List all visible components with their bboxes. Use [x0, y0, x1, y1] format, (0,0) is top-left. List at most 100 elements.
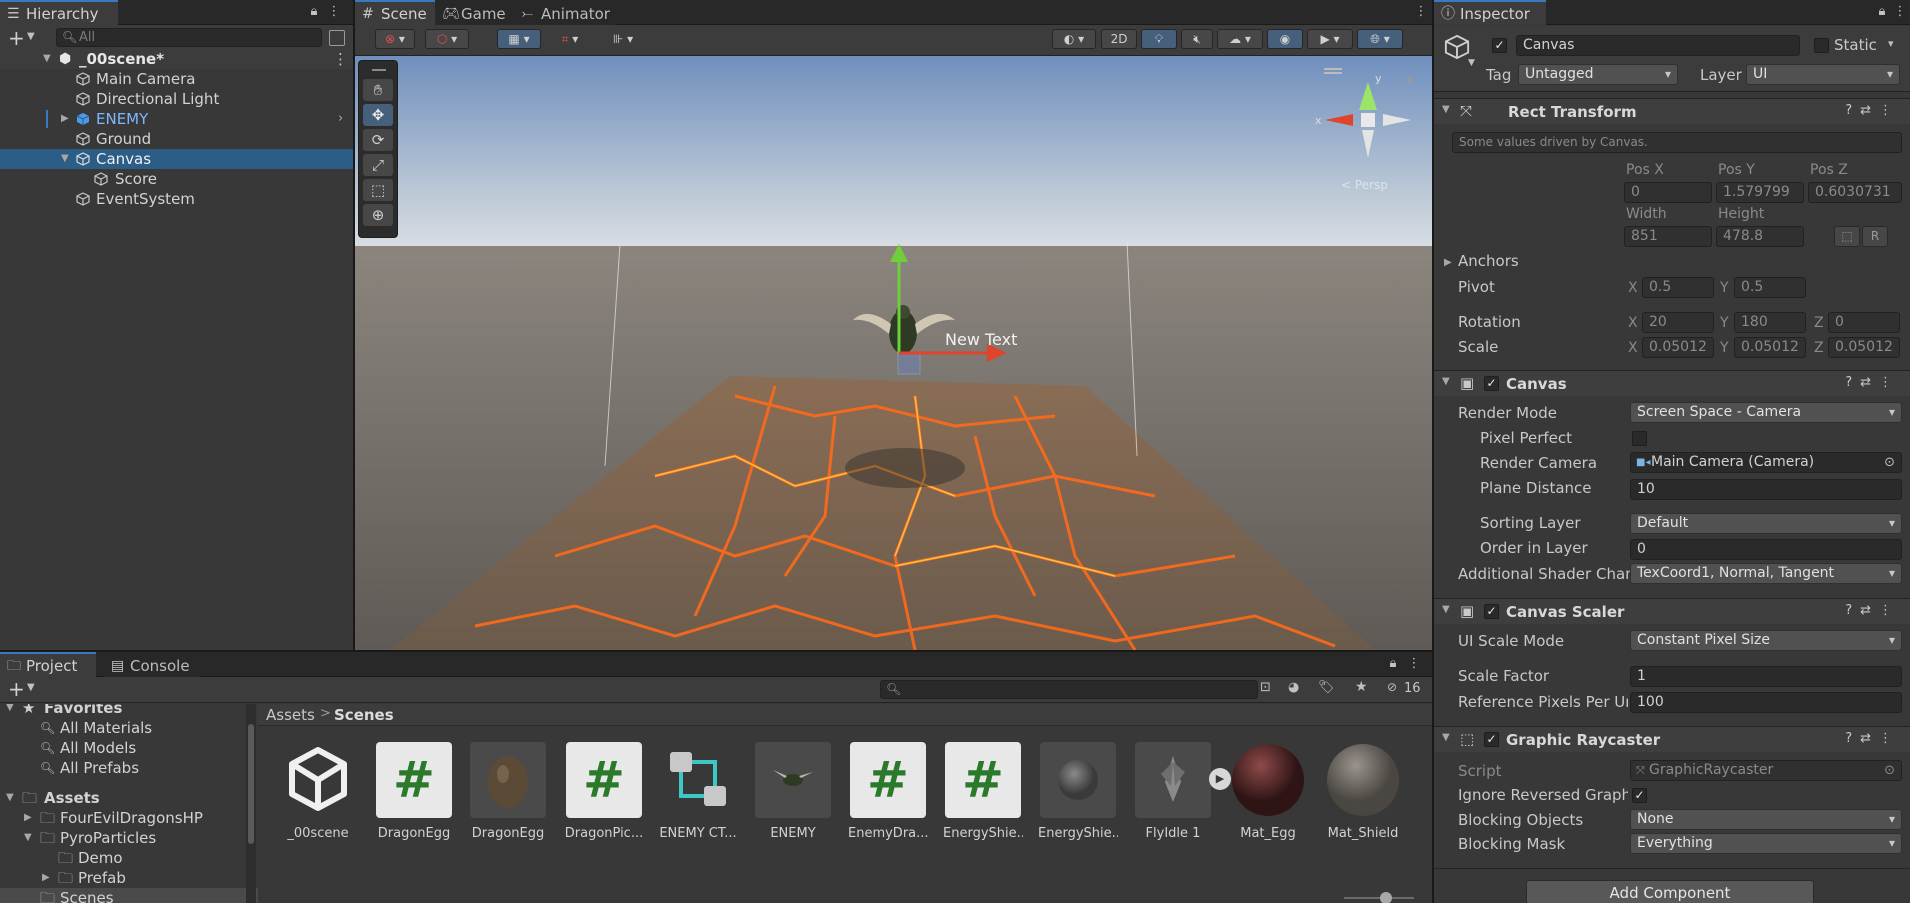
blocking-objects-dropdown[interactable]: None [1630, 809, 1902, 830]
collapse-arrow-icon[interactable]: ▶ [61, 109, 69, 129]
canvas-component-header[interactable]: ▼ ▣ ✓ Canvas ?⇄⋮ [1434, 370, 1910, 396]
folder-pyroparticles[interactable]: ▼ 🗀︎ PyroParticles [0, 828, 258, 848]
height-field[interactable]: 478.8 [1716, 226, 1804, 247]
chevron-right-icon[interactable]: › [338, 109, 343, 129]
zoom-slider[interactable] [1344, 892, 1414, 903]
tab-game[interactable]: 🎮︎ Game [435, 0, 515, 25]
rotation-x-field[interactable]: 20 [1642, 312, 1714, 333]
rotate-tool-button[interactable]: ⟳ [363, 129, 393, 151]
asset-item[interactable]: DragonEgg [468, 742, 548, 841]
expand-arrow-icon[interactable]: ▼ [1442, 376, 1450, 387]
pixel-perfect-checkbox[interactable] [1632, 431, 1647, 446]
expand-arrow-icon[interactable]: ▼ [43, 49, 51, 69]
lock-icon[interactable]: 🔒︎ [1385, 655, 1401, 673]
zoom-slider-thumb[interactable] [1380, 892, 1392, 903]
asset-item[interactable]: Mat_Shield [1323, 742, 1403, 841]
ui-scale-mode-dropdown[interactable]: Constant Pixel Size [1630, 630, 1902, 651]
filter-by-type-icon[interactable]: ◕ [1288, 680, 1299, 695]
tree-scrollbar[interactable] [246, 704, 256, 903]
scale-y-field[interactable]: 0.05012 [1734, 337, 1806, 358]
add-component-button[interactable]: Add Component [1526, 880, 1814, 903]
chevron-down-icon[interactable]: ▼ [27, 31, 35, 42]
shader-channels-dropdown[interactable]: TexCoord1, Normal, Tangent [1630, 563, 1902, 584]
hidden-packages-icon[interactable]: ⊘ [1387, 680, 1397, 694]
static-dropdown-arrow-icon[interactable]: ▾ [1888, 37, 1894, 50]
effects-dropdown[interactable]: ☁ ▾ [1217, 29, 1263, 49]
folder-prefab[interactable]: ▶ 🗀︎ Prefab [0, 868, 258, 888]
scene-visibility-toggle[interactable]: ◉ [1267, 29, 1303, 49]
camera-settings-dropdown[interactable]: ▶ ▾ [1307, 29, 1353, 49]
increment-snap-dropdown[interactable]: ⊪ ▾ [601, 29, 645, 49]
orientation-dropdown[interactable]: ⊗ ▾ [375, 29, 415, 49]
hierarchy-item-main-camera[interactable]: Main Camera [0, 69, 353, 89]
favorite-all-materials[interactable]: 🔍︎ All Materials [0, 718, 258, 738]
favorite-star-icon[interactable]: ★ [1355, 679, 1368, 695]
gizmos-dropdown[interactable]: 🌐︎ ▾ [1357, 29, 1403, 49]
collapse-arrow-icon[interactable]: ▶ [42, 868, 50, 888]
audio-toggle[interactable]: 🔇︎ [1181, 29, 1213, 49]
grid-visibility-dropdown[interactable]: ⌗ ▾ [548, 29, 592, 49]
sorting-layer-dropdown[interactable]: Default [1630, 513, 1902, 534]
hierarchy-item-directional-light[interactable]: Directional Light [0, 89, 353, 109]
hierarchy-search-input[interactable]: 🔍︎ All [56, 28, 322, 47]
rotation-y-field[interactable]: 180 [1734, 312, 1806, 333]
palette-grip-icon[interactable] [372, 69, 386, 71]
add-icon[interactable]: + [8, 677, 25, 701]
kebab-menu-icon[interactable]: ⋮ [1892, 3, 1908, 21]
search-filter-icon[interactable] [329, 30, 345, 46]
object-name-field[interactable]: Canvas [1516, 35, 1800, 56]
folder-demo[interactable]: 🗀︎ Demo [0, 848, 258, 868]
expand-arrow-icon[interactable]: ▼ [6, 704, 14, 718]
asset-item[interactable]: EnergyShie... [1038, 742, 1118, 841]
reference-pixels-per-unit-field[interactable]: 100 [1630, 692, 1902, 713]
asset-item[interactable]: ▶ FlyIdle 1 [1133, 742, 1231, 841]
tab-project[interactable]: 🗀︎ Project [0, 652, 96, 677]
ignore-reversed-graphics-checkbox[interactable]: ✓ [1632, 788, 1647, 803]
component-header-icons[interactable]: ?⇄⋮ [1845, 375, 1900, 390]
hierarchy-item-eventsystem[interactable]: EventSystem [0, 189, 353, 209]
snap-grid-dropdown[interactable]: ▦ ▾ [497, 29, 541, 49]
component-header-icons[interactable]: ?⇄⋮ [1845, 731, 1900, 746]
kebab-menu-icon[interactable]: ⋮ [333, 49, 348, 69]
assets-row[interactable]: ▼ 🗀︎ Assets [0, 788, 258, 808]
rotation-z-field[interactable]: 0 [1828, 312, 1900, 333]
anchors-expand-arrow-icon[interactable]: ▶ [1444, 257, 1452, 268]
asset-item[interactable]: # EnemyDra... [848, 742, 928, 841]
layer-dropdown[interactable]: UI [1746, 64, 1900, 85]
asset-item[interactable]: Mat_Egg [1228, 742, 1308, 841]
transform-tool-button[interactable]: ⊕ [363, 204, 393, 226]
expand-arrow-icon[interactable]: ▼ [24, 828, 32, 848]
icon-dropdown-arrow-icon[interactable]: ▼ [1468, 58, 1475, 68]
raw-edit-button[interactable]: R [1862, 226, 1888, 247]
tab-scene[interactable]: # Scene [355, 0, 435, 25]
orientation-gizmo[interactable]: 🔒︎ y x < Persp [1315, 64, 1425, 192]
asset-item[interactable]: # DragonEgg [374, 742, 454, 841]
folder-foureveldragonshp[interactable]: ▶ 🗀︎ FourEvilDragonsHP [0, 808, 258, 828]
hand-tool-button[interactable]: ✋︎ [363, 79, 393, 101]
hierarchy-item-enemy[interactable]: ▶ ENEMY › [0, 109, 353, 129]
move-tool-button[interactable]: ✥ [363, 104, 393, 126]
favorites-row[interactable]: ▼ ★ Favorites [0, 704, 258, 718]
width-field[interactable]: 851 [1624, 226, 1712, 247]
scale-factor-field[interactable]: 1 [1630, 666, 1902, 687]
graphic-raycaster-header[interactable]: ▼ ⬚ ✓ Graphic Raycaster ?⇄⋮ [1434, 726, 1910, 752]
component-header-icons[interactable]: ?⇄⋮ [1845, 603, 1900, 618]
scene-row[interactable]: ▼ ⬢ _00scene* ⋮ [0, 49, 353, 69]
expand-arrow-icon[interactable]: ▼ [6, 788, 14, 808]
pivot-y-field[interactable]: 0.5 [1734, 277, 1806, 298]
collapse-arrow-icon[interactable]: ▶ [24, 808, 32, 828]
asset-item[interactable]: _00scene [278, 742, 358, 841]
rect-tool-button[interactable]: ⬚ [363, 179, 393, 201]
expand-arrow-icon[interactable]: ▼ [61, 149, 69, 169]
tag-dropdown[interactable]: Untagged [1518, 64, 1678, 85]
canvas-scaler-enabled-checkbox[interactable]: ✓ [1484, 604, 1499, 619]
order-in-layer-field[interactable]: 0 [1630, 539, 1902, 560]
asset-item[interactable]: # EnergyShie... [943, 742, 1023, 841]
canvas-enabled-checkbox[interactable]: ✓ [1484, 376, 1499, 391]
lock-icon[interactable]: 🔒︎ [306, 3, 322, 21]
object-picker-icon[interactable]: ⊙ [1884, 453, 1895, 472]
lock-icon[interactable]: 🔒︎ [1874, 3, 1890, 21]
tree-scrollbar-thumb[interactable] [248, 724, 254, 844]
hierarchy-item-ground[interactable]: Ground [0, 129, 353, 149]
blocking-mask-dropdown[interactable]: Everything [1630, 833, 1902, 854]
